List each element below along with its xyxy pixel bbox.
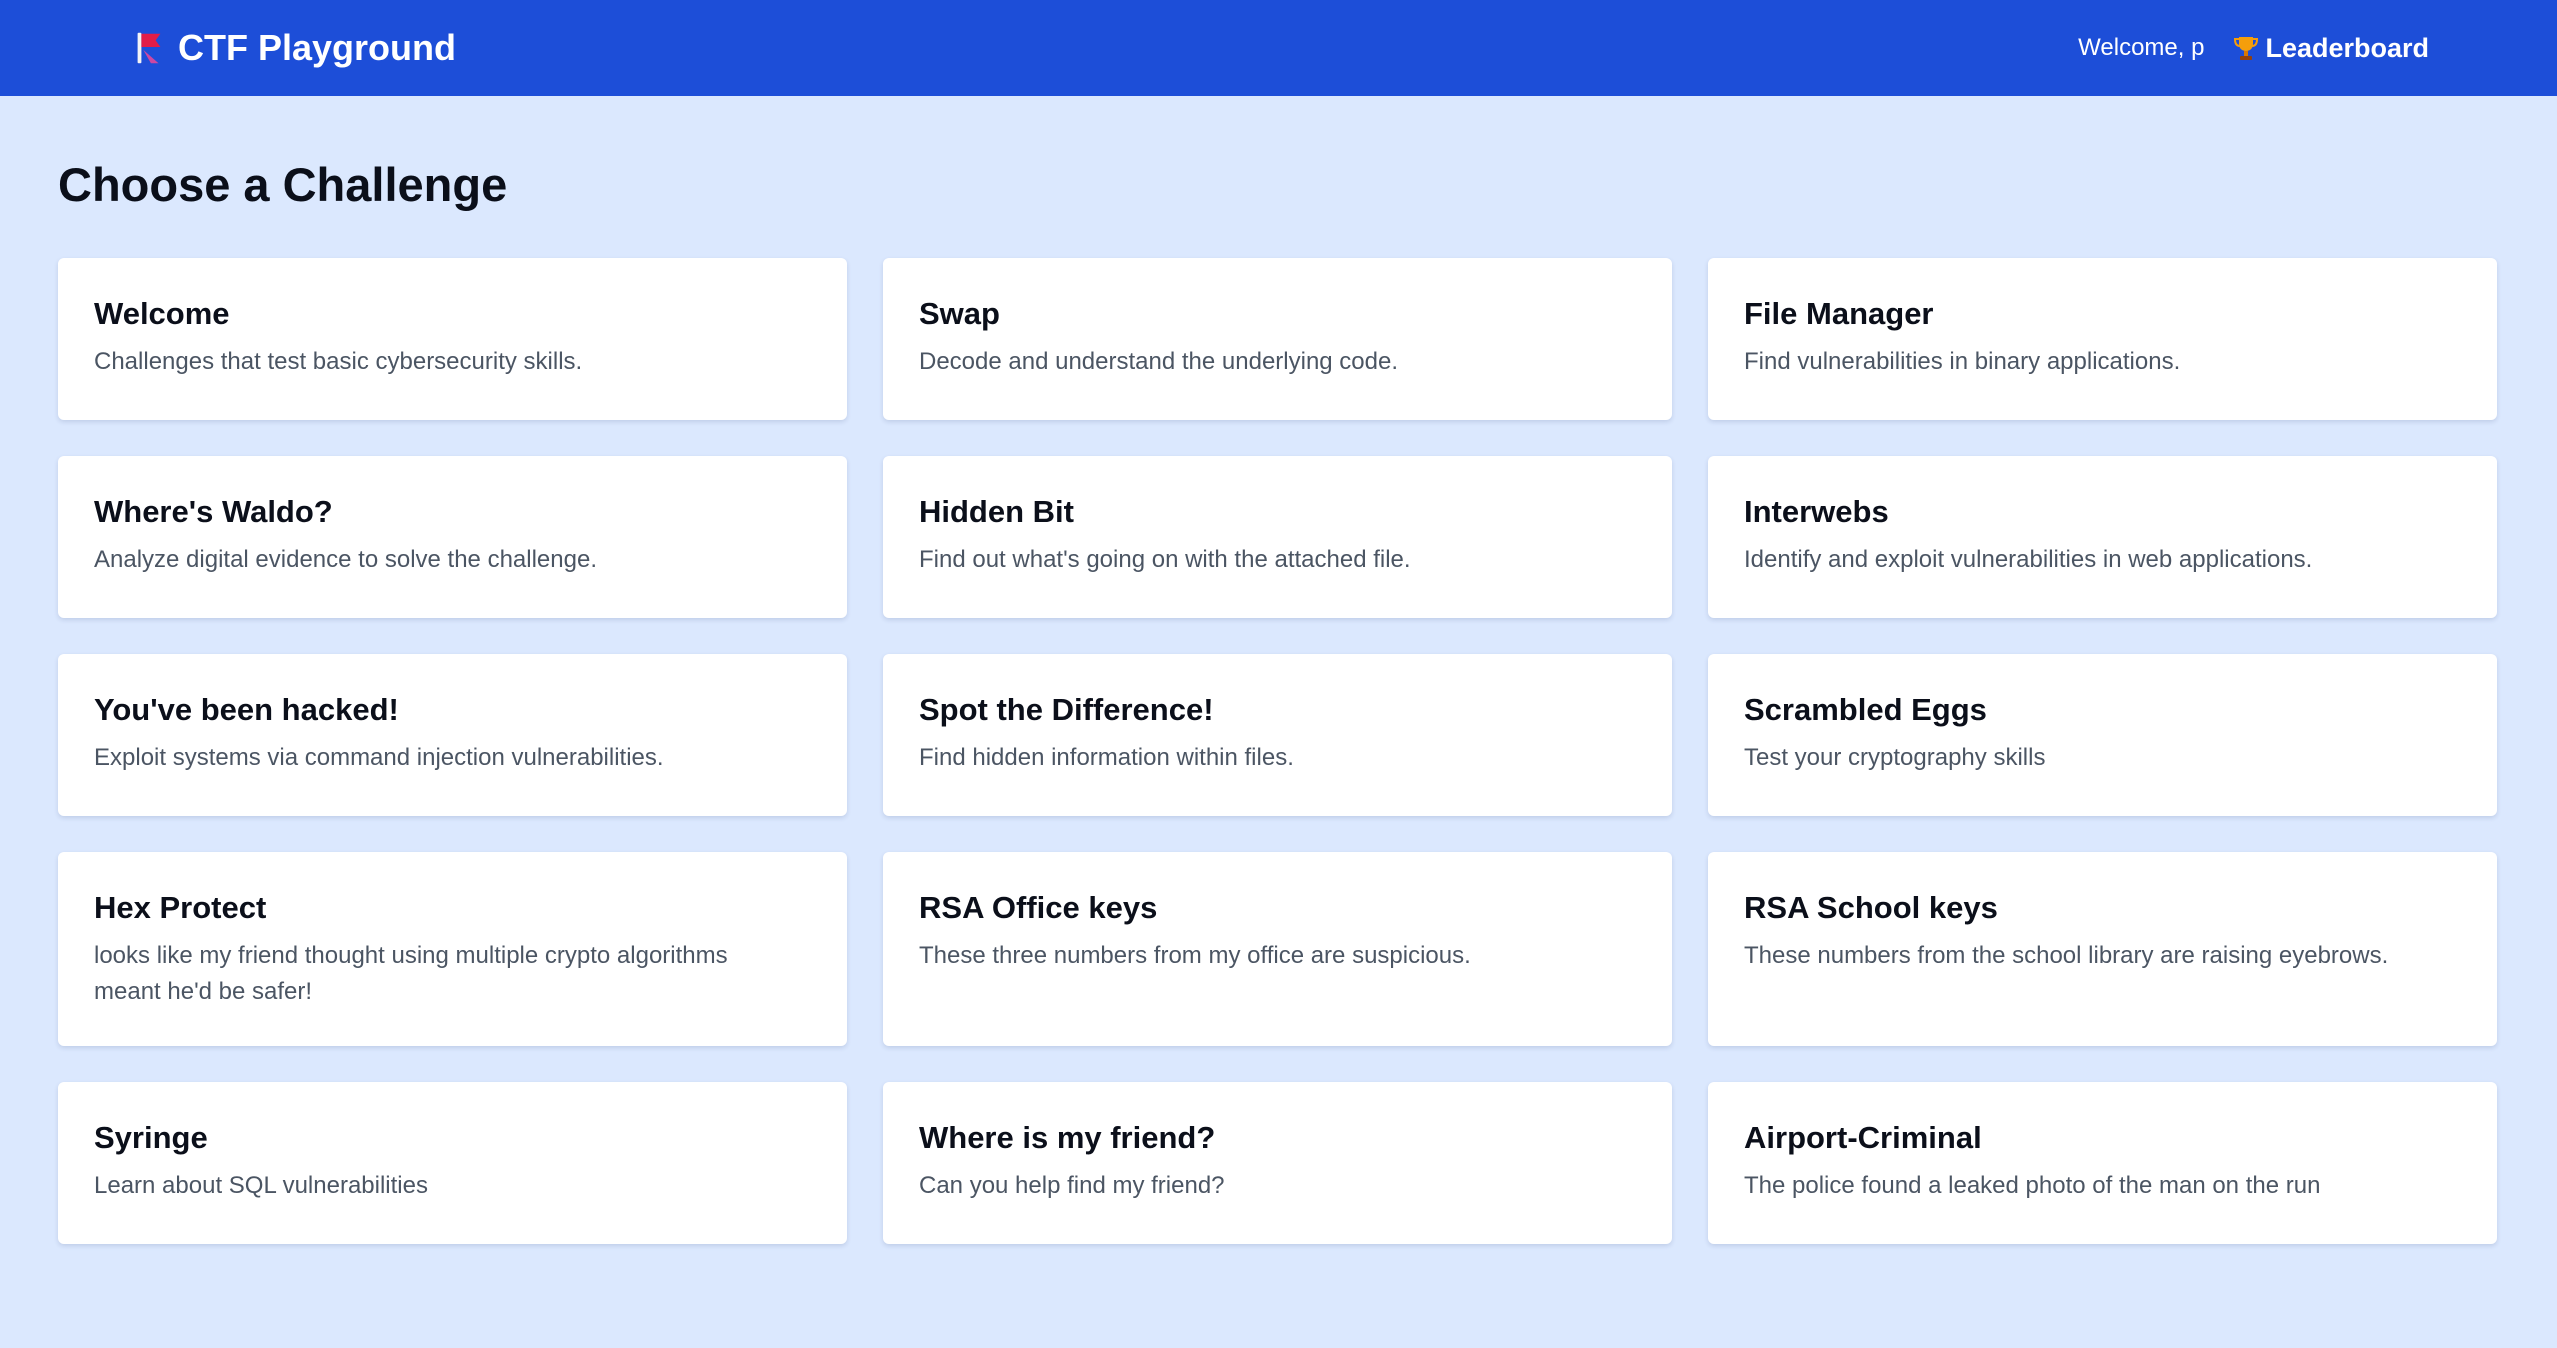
challenge-description: The police found a leaked photo of the m… xyxy=(1744,1172,2321,1199)
challenge-title: Spot the Difference! xyxy=(919,692,1214,727)
challenge-grid: Welcome Challenges that test basic cybers… xyxy=(58,258,2498,1244)
challenge-description: Exploit systems via command injection vu… xyxy=(94,744,664,771)
challenge-card[interactable]: Scrambled Eggs Test your cryptography ski… xyxy=(1708,654,2497,816)
challenge-title: Where is my friend? xyxy=(919,1120,1216,1155)
challenge-title: File Manager xyxy=(1744,296,1934,331)
challenge-card[interactable]: Hex Protect looks like my friend thought … xyxy=(58,852,847,1046)
challenge-description: Analyze digital evidence to solve the ch… xyxy=(94,546,597,573)
leaderboard-label: Leaderboard xyxy=(2265,32,2429,63)
challenge-title: Welcome xyxy=(94,296,230,331)
challenge-card[interactable]: Spot the Difference! Find hidden informat… xyxy=(883,654,1672,816)
challenge-description: These numbers from the school library ar… xyxy=(1744,942,2389,969)
flag-icon xyxy=(137,32,161,64)
challenge-description: looks like my friend thought using multi… xyxy=(94,942,728,1005)
nav-right: Welcome, p Leaderboard xyxy=(2078,24,2429,72)
top-navbar: CTF Playground Welcome, p Leaderboard xyxy=(0,0,2557,96)
challenge-description: Find out what's going on with the attach… xyxy=(919,546,1411,573)
brand-home-link[interactable]: CTF Playground xyxy=(130,24,456,72)
challenge-title: Interwebs xyxy=(1744,494,1889,529)
challenge-card[interactable]: Hidden Bit Find out what's going on with … xyxy=(883,456,1672,618)
challenge-card[interactable]: Where is my friend? Can you help find my … xyxy=(883,1082,1672,1244)
challenge-card[interactable]: Welcome Challenges that test basic cybers… xyxy=(58,258,847,420)
challenge-description: Can you help find my friend? xyxy=(919,1172,1225,1199)
challenge-title: Syringe xyxy=(94,1120,208,1155)
challenge-description: Find vulnerabilities in binary applicati… xyxy=(1744,348,2181,375)
challenge-title: RSA Office keys xyxy=(919,890,1158,925)
challenge-description: These three numbers from my office are s… xyxy=(919,942,1471,969)
trophy-icon xyxy=(2234,37,2259,60)
challenge-card[interactable]: Syringe Learn about SQL vulnerabilities xyxy=(58,1082,847,1244)
challenge-card[interactable]: Airport-Criminal The police found a leake… xyxy=(1708,1082,2497,1244)
challenge-description: Find hidden information within files. xyxy=(919,744,1294,771)
page-title: Choose a Challenge xyxy=(58,158,508,211)
challenge-card[interactable]: Interwebs Identify and exploit vulnerabil… xyxy=(1708,456,2497,618)
challenge-title: Swap xyxy=(919,296,1000,331)
challenge-title: You've been hacked! xyxy=(94,692,399,727)
challenge-card[interactable]: RSA Office keys These three numbers from … xyxy=(883,852,1672,1046)
challenge-card[interactable]: File Manager Find vulnerabilities in bina… xyxy=(1708,258,2497,420)
challenge-card[interactable]: You've been hacked! Exploit systems via c… xyxy=(58,654,847,816)
brand-title: CTF Playground xyxy=(178,27,456,68)
challenge-card[interactable]: Where's Waldo? Analyze digital evidence t… xyxy=(58,456,847,618)
challenge-description: Test your cryptography skills xyxy=(1744,744,2046,771)
challenge-description: Identify and exploit vulnerabilities in … xyxy=(1744,546,2313,573)
challenge-title: Where's Waldo? xyxy=(94,494,333,529)
challenge-description: Challenges that test basic cybersecurity… xyxy=(94,348,583,375)
challenge-title: Airport-Criminal xyxy=(1744,1120,1982,1155)
challenge-card[interactable]: RSA School keys These numbers from the sc… xyxy=(1708,852,2497,1046)
welcome-text: Welcome, p xyxy=(2078,34,2205,61)
challenge-title: RSA School keys xyxy=(1744,890,1998,925)
challenge-title: Hex Protect xyxy=(94,890,267,925)
challenge-title: Hidden Bit xyxy=(919,494,1074,529)
challenge-description: Decode and understand the underlying cod… xyxy=(919,348,1399,375)
challenge-title: Scrambled Eggs xyxy=(1744,692,1987,727)
challenge-card[interactable]: Swap Decode and understand the underlying… xyxy=(883,258,1672,420)
challenge-description: Learn about SQL vulnerabilities xyxy=(94,1172,428,1199)
leaderboard-link[interactable]: Leaderboard xyxy=(2232,33,2429,64)
